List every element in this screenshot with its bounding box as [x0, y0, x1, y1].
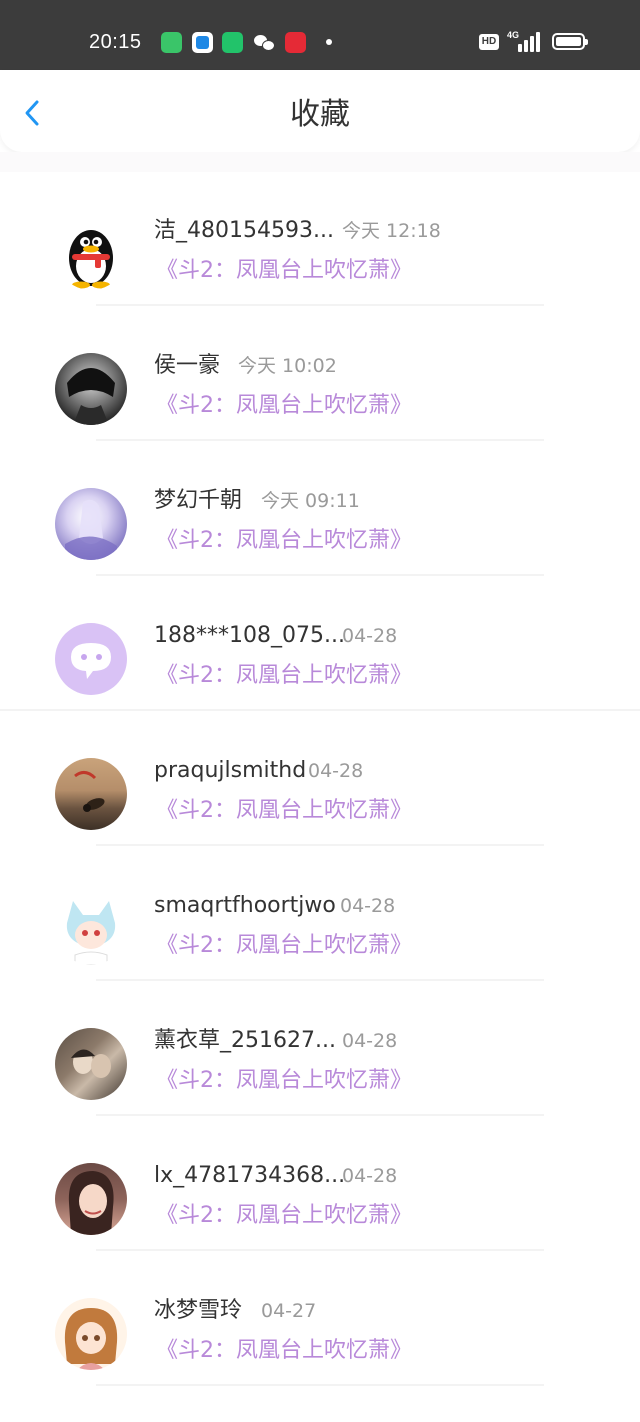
book-title: 《斗2：凤凰台上吹忆萧》: [156, 1338, 412, 1363]
dot-icon: [326, 39, 332, 45]
battery-icon: [552, 33, 588, 50]
time-stamp: 04-28: [342, 625, 398, 647]
divider: [96, 979, 544, 981]
status-time: 20:15: [89, 31, 142, 53]
wechat-icon: [253, 32, 275, 53]
cat-boy-avatar: [55, 893, 127, 965]
user-name: 薰衣草_251627...: [154, 1028, 336, 1053]
list-item[interactable]: 188***108_075... 04-28 《斗2：凤凰台上吹忆萧》: [0, 577, 640, 712]
user-name: lx_4781734368...: [154, 1163, 346, 1188]
time-stamp: 04-28: [308, 760, 364, 782]
user-name: 冰梦雪玲: [154, 1298, 243, 1323]
divider: [0, 709, 640, 711]
anime-girl-avatar: [55, 1298, 127, 1370]
message-icon: [222, 32, 243, 53]
book-title: 《斗2：凤凰台上吹忆萧》: [156, 798, 412, 823]
book-title: 《斗2：凤凰台上吹忆萧》: [156, 1203, 412, 1228]
book-title: 《斗2：凤凰台上吹忆萧》: [156, 393, 412, 418]
divider: [96, 439, 544, 441]
user-name: 侯一豪: [154, 353, 221, 378]
hd-icon: HD: [479, 34, 499, 50]
book-title: 《斗2：凤凰台上吹忆萧》: [156, 1068, 412, 1093]
qq-penguin-avatar: [55, 218, 127, 290]
time-stamp: 04-27: [261, 1300, 317, 1322]
list-item[interactable]: praqujlsmithd 04-28 《斗2：凤凰台上吹忆萧》: [0, 712, 640, 847]
signal-bar: [530, 36, 534, 52]
signal-bar: [524, 40, 528, 52]
default-chat-avatar: [55, 623, 127, 695]
browser-icon: [192, 32, 213, 53]
nav-bar: 收藏: [0, 70, 640, 152]
divider: [96, 304, 544, 306]
time-stamp: 今天 10:02: [238, 355, 337, 377]
time-stamp: 04-28: [340, 895, 396, 917]
book-title: 《斗2：凤凰台上吹忆萧》: [156, 528, 412, 553]
divider: [96, 1384, 544, 1386]
list-item[interactable]: 冰梦雪玲 04-27 《斗2：凤凰台上吹忆萧》: [0, 1252, 640, 1387]
book-title: 《斗2：凤凰台上吹忆萧》: [156, 663, 412, 688]
user-name: 188***108_075...: [154, 623, 345, 648]
fantasy-girl-avatar: [55, 488, 127, 560]
list-item[interactable]: lx_4781734368... 04-28 《斗2：凤凰台上吹忆萧》: [0, 1117, 640, 1252]
user-name: smaqrtfhoortjwo: [154, 893, 336, 918]
divider: [96, 1249, 544, 1251]
list-item[interactable]: 薰衣草_251627... 04-28 《斗2：凤凰台上吹忆萧》: [0, 982, 640, 1117]
user-name: 洁_480154593...: [154, 218, 334, 243]
anime-boy-avatar: [55, 353, 127, 425]
time-stamp: 今天 09:11: [261, 490, 360, 512]
time-stamp: 04-28: [342, 1030, 398, 1052]
signal-bar: [518, 44, 522, 52]
signal-bar: [536, 32, 540, 52]
network-type-label: 4G: [507, 30, 520, 40]
user-name: 梦幻千朝: [154, 488, 243, 513]
page-title: 收藏: [290, 97, 350, 132]
list-item[interactable]: 侯一豪 今天 10:02 《斗2：凤凰台上吹忆萧》: [0, 307, 640, 442]
app-store-icon: [161, 32, 182, 53]
user-name: praqujlsmithd: [154, 758, 307, 783]
divider: [96, 574, 544, 576]
list-item[interactable]: 梦幻千朝 今天 09:11 《斗2：凤凰台上吹忆萧》: [0, 442, 640, 577]
time-stamp: 今天 12:18: [342, 220, 441, 242]
list-item[interactable]: smaqrtfhoortjwo 04-28 《斗2：凤凰台上吹忆萧》: [0, 847, 640, 982]
divider: [96, 1114, 544, 1116]
signal-icon: 4G: [507, 30, 543, 52]
list-item[interactable]: 洁_480154593... 今天 12:18 《斗2：凤凰台上吹忆萧》: [0, 172, 640, 307]
divider: [0, 152, 640, 172]
scenery-avatar: [55, 758, 127, 830]
taobao-icon: [285, 32, 306, 53]
couple-avatar: [55, 1028, 127, 1100]
woman-avatar: [55, 1163, 127, 1235]
book-title: 《斗2：凤凰台上吹忆萧》: [156, 933, 412, 958]
time-stamp: 04-28: [342, 1165, 398, 1187]
divider: [96, 844, 544, 846]
status-bar: 20:15 HD 4G: [0, 0, 640, 70]
book-title: 《斗2：凤凰台上吹忆萧》: [156, 258, 412, 283]
